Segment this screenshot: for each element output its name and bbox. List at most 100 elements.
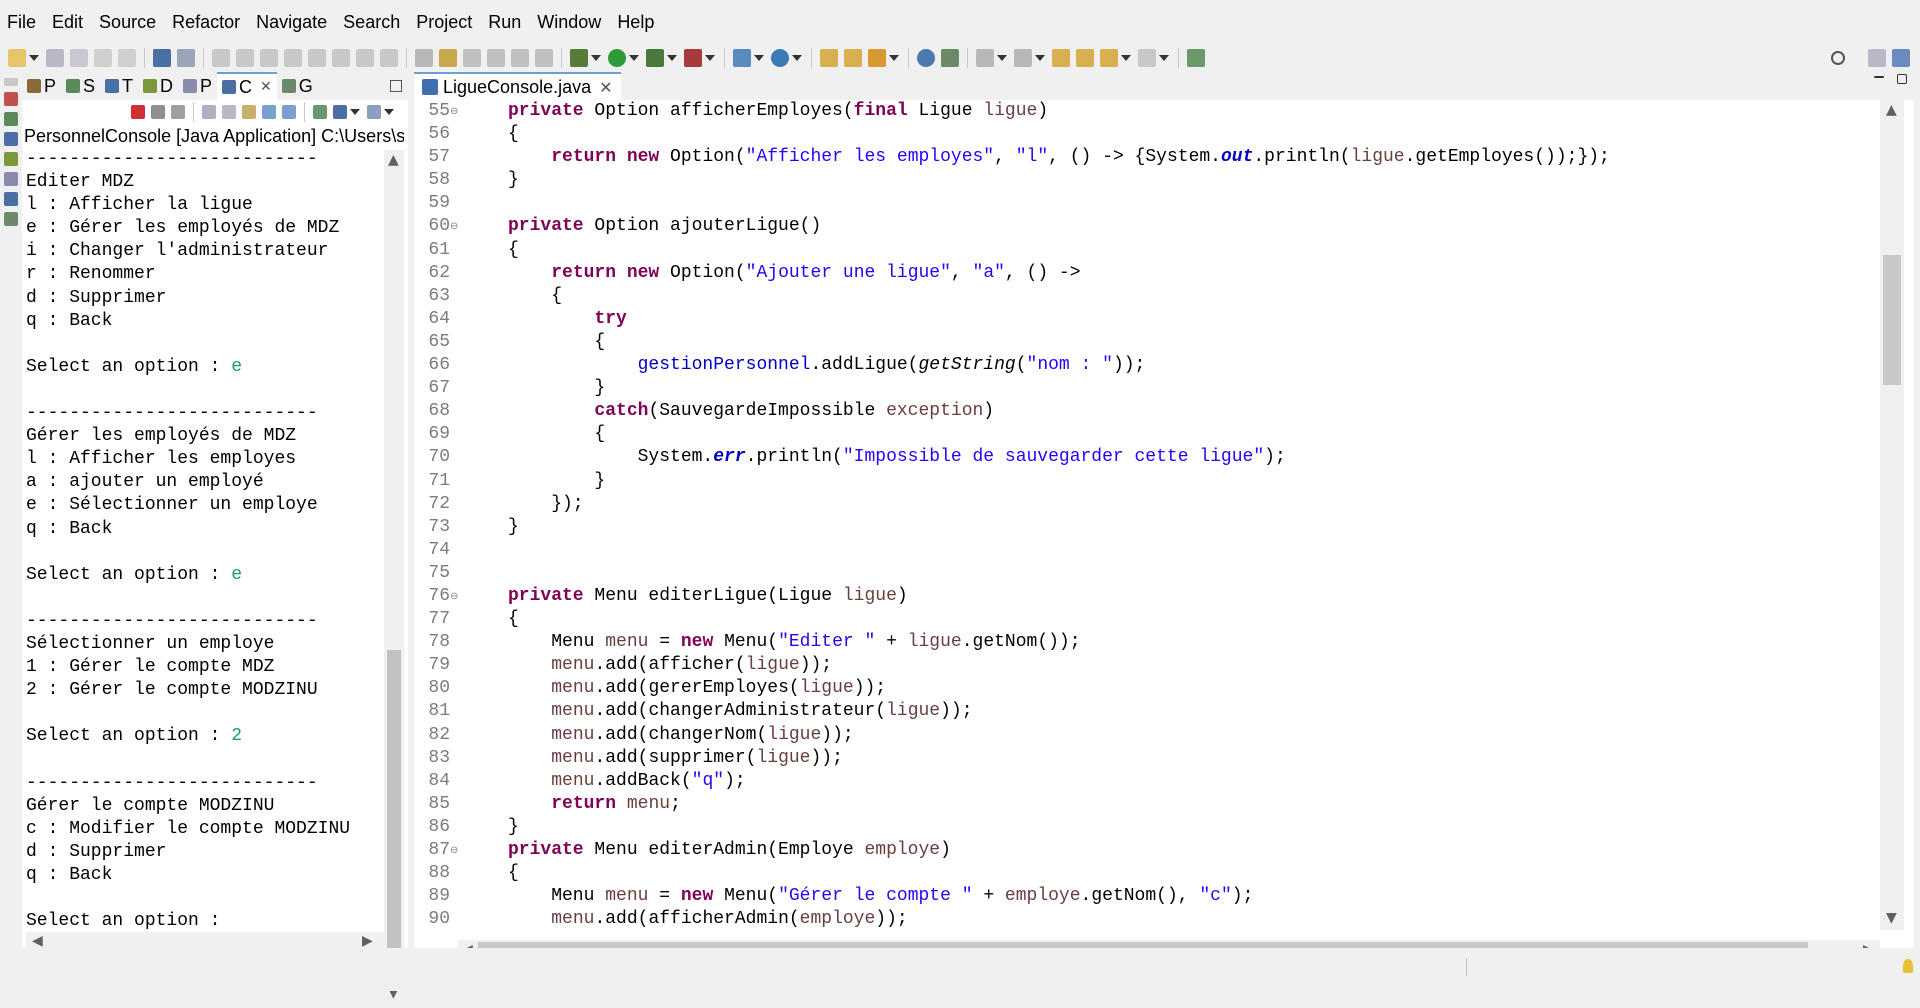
properties-icon[interactable] — [4, 172, 18, 186]
menu-refactor[interactable]: Refactor — [164, 0, 248, 44]
open-console-icon[interactable] — [367, 105, 381, 119]
view-tab-data-source[interactable]: D — [138, 72, 178, 100]
menu-search[interactable]: Search — [335, 0, 408, 44]
globe-icon[interactable] — [917, 49, 935, 67]
terminate-icon[interactable] — [260, 49, 278, 67]
menu-help[interactable]: Help — [609, 0, 662, 44]
console-vertical-scrollbar[interactable]: ▲ ▼ — [384, 150, 404, 1005]
drop-to-frame-icon[interactable] — [380, 49, 398, 67]
menu-file[interactable]: File — [0, 0, 44, 44]
view-tab-git[interactable]: G — [277, 72, 318, 100]
bookmarks-icon[interactable] — [4, 92, 18, 106]
save-all-icon[interactable] — [70, 49, 88, 67]
chevron-down-icon[interactable] — [1159, 55, 1169, 61]
resume-icon[interactable] — [212, 49, 230, 67]
view-tab-problems[interactable]: P — [178, 72, 217, 100]
editor-vertical-scrollbar[interactable]: ▲ ▼ — [1880, 100, 1904, 930]
menu-source[interactable]: Source — [91, 0, 164, 44]
previous-annotation-icon[interactable] — [1014, 49, 1032, 67]
minimize-icon[interactable] — [1874, 76, 1884, 78]
restore-icon[interactable] — [4, 78, 18, 86]
console-output[interactable]: --------------------------- Editer MDZ l :… — [26, 148, 384, 1008]
task-icon[interactable] — [439, 49, 457, 67]
open-type-icon[interactable] — [820, 49, 838, 67]
block-selection-icon[interactable] — [511, 49, 529, 67]
git-icon[interactable] — [941, 49, 959, 67]
chevron-down-icon[interactable] — [889, 55, 899, 61]
chevron-down-icon[interactable] — [705, 55, 715, 61]
view-tab-console[interactable]: C ✕ — [217, 72, 277, 100]
scroll-thumb[interactable] — [1883, 255, 1901, 385]
display-console-icon[interactable] — [333, 105, 347, 119]
scroll-thumb[interactable] — [387, 650, 401, 988]
editor-tab[interactable]: LigueConsole.java ✕ — [414, 72, 621, 100]
word-wrap-icon[interactable] — [242, 105, 256, 119]
show-whitespace-icon[interactable] — [535, 49, 553, 67]
run-icon[interactable] — [608, 49, 626, 67]
chevron-down-icon[interactable] — [629, 55, 639, 61]
open-task-icon[interactable] — [844, 49, 862, 67]
console-view-icon[interactable] — [4, 192, 18, 206]
mark-occurrences-icon[interactable] — [463, 49, 481, 67]
new-class-icon[interactable] — [771, 49, 789, 67]
git-repositories-icon[interactable] — [4, 212, 18, 226]
back-arrow-icon[interactable] — [1100, 49, 1118, 67]
next-annotation-icon[interactable] — [976, 49, 994, 67]
chevron-down-icon[interactable] — [350, 109, 360, 115]
new-icon[interactable] — [8, 49, 26, 67]
undo-icon[interactable] — [94, 49, 112, 67]
chevron-down-icon[interactable] — [384, 109, 394, 115]
chevron-down-icon[interactable] — [997, 55, 1007, 61]
menu-edit[interactable]: Edit — [44, 0, 91, 44]
fold-toggle-icon[interactable]: ⊖ — [450, 100, 460, 123]
debug-icon[interactable] — [570, 49, 588, 67]
view-tab-servers[interactable]: S — [61, 72, 100, 100]
open-perspective-icon[interactable] — [1868, 49, 1886, 67]
menu-window[interactable]: Window — [529, 0, 609, 44]
library-icon[interactable] — [4, 152, 18, 166]
remove-all-icon[interactable] — [171, 105, 185, 119]
clear-console-icon[interactable] — [202, 105, 216, 119]
scroll-up-icon[interactable]: ▲ — [388, 152, 399, 168]
chevron-down-icon[interactable] — [667, 55, 677, 61]
fold-toggle-icon[interactable]: ⊖ — [450, 585, 460, 608]
word-wrap-icon[interactable] — [487, 49, 505, 67]
view-tab-type-hierarchy[interactable]: T — [100, 72, 138, 100]
close-icon[interactable]: ✕ — [260, 79, 272, 95]
chevron-down-icon[interactable] — [29, 55, 39, 61]
close-icon[interactable]: ✕ — [599, 78, 612, 97]
lightbulb-icon[interactable] — [1903, 959, 1913, 973]
pin-editor-icon[interactable] — [1187, 49, 1205, 67]
scroll-lock-icon[interactable] — [222, 105, 236, 119]
search-tools-icon[interactable] — [868, 49, 886, 67]
redo-icon[interactable] — [118, 49, 136, 67]
view-tab-package-explorer[interactable]: P — [22, 72, 61, 100]
new-server-icon[interactable] — [733, 49, 751, 67]
maximize-icon[interactable] — [1897, 74, 1907, 84]
scroll-right-icon[interactable]: ▶ — [362, 933, 373, 949]
fold-toggle-icon[interactable]: ⊖ — [450, 839, 460, 862]
coverage-icon[interactable] — [646, 49, 664, 67]
debug-view-icon[interactable] — [4, 132, 18, 146]
last-edit-icon[interactable] — [1052, 49, 1070, 67]
chevron-down-icon[interactable] — [1121, 55, 1131, 61]
show-on-output-icon[interactable] — [262, 105, 276, 119]
scroll-left-icon[interactable]: ◀ — [32, 933, 43, 949]
menu-project[interactable]: Project — [408, 0, 480, 44]
outline-icon[interactable] — [4, 112, 18, 126]
forward-arrow-icon[interactable] — [1138, 49, 1156, 67]
step-into-icon[interactable] — [308, 49, 326, 67]
chevron-down-icon[interactable] — [792, 55, 802, 61]
step-over-icon[interactable] — [332, 49, 350, 67]
step-return-icon[interactable] — [356, 49, 374, 67]
chevron-down-icon[interactable] — [1035, 55, 1045, 61]
menu-run[interactable]: Run — [480, 0, 529, 44]
chevron-down-icon[interactable] — [591, 55, 601, 61]
remove-launch-icon[interactable] — [151, 105, 165, 119]
pin-console-icon[interactable] — [313, 105, 327, 119]
format-icon[interactable] — [415, 49, 433, 67]
scroll-down-icon[interactable]: ▼ — [1886, 910, 1897, 926]
disconnect-icon[interactable] — [284, 49, 302, 67]
back-icon[interactable] — [1076, 49, 1094, 67]
skip-breakpoints-icon[interactable] — [177, 49, 195, 67]
